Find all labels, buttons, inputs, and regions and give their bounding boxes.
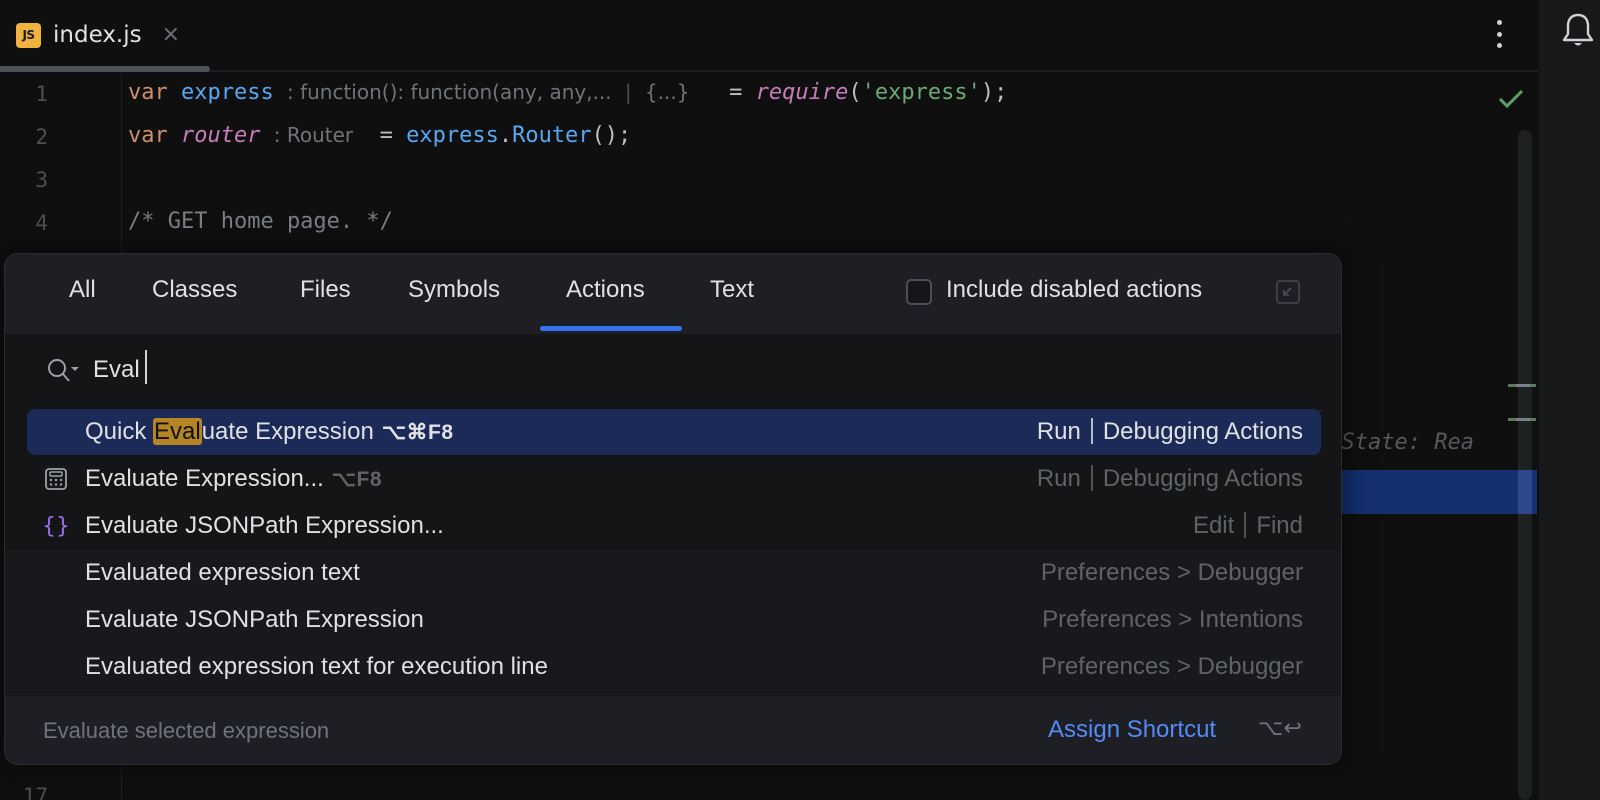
result-location: Preferences > Debugger — [1040, 653, 1303, 680]
result-item[interactable]: Evaluated expression text Preferences > … — [27, 550, 1321, 596]
identifier: express — [406, 123, 499, 148]
result-name: Evaluated expression text for execution … — [85, 653, 548, 680]
calculator-icon — [45, 468, 67, 490]
search-icon[interactable] — [45, 356, 83, 386]
search-input[interactable] — [93, 352, 1193, 388]
code-line-1[interactable]: var express : function(): function(any, … — [128, 80, 1007, 105]
location-subgroup: Find — [1256, 512, 1303, 539]
notifications-bell-icon[interactable] — [1562, 12, 1594, 50]
location-group: Edit — [1192, 512, 1235, 539]
result-location: Preferences > Debugger — [1040, 559, 1303, 586]
search-everywhere-popup: All Classes Files Symbols Actions Text I… — [4, 253, 1342, 765]
tab-actions[interactable]: Actions — [566, 276, 645, 304]
result-item[interactable]: {} Evaluate JSONPath Expression... Edit F… — [27, 503, 1321, 549]
active-tab-indicator — [540, 326, 682, 331]
paren: (); — [591, 123, 632, 148]
include-disabled-label[interactable]: Include disabled actions — [946, 276, 1202, 304]
result-item[interactable]: Evaluate Expression... ⌥F8 Run Debugging … — [27, 456, 1321, 502]
line-number: 2 — [35, 125, 48, 149]
result-name: Evaluate JSONPath Expression... — [85, 512, 444, 539]
match-highlight: Eval — [153, 418, 202, 445]
arrow-down-left-icon — [1283, 287, 1292, 296]
include-disabled-checkbox[interactable] — [906, 279, 932, 305]
string-literal: 'express' — [861, 80, 981, 105]
code-line-2[interactable]: var router : Router = express.Router(); — [128, 123, 631, 148]
result-shortcut: ⌥⌘F8 — [381, 420, 454, 444]
line-number: 17 — [22, 784, 48, 800]
result-item[interactable]: Quick Evaluate Expression ⌥⌘F8 Run Debugg… — [27, 409, 1321, 455]
change-marker[interactable] — [1508, 418, 1536, 421]
right-tool-strip — [1538, 0, 1600, 800]
tab-text[interactable]: Text — [710, 276, 754, 304]
line-number: 1 — [35, 82, 48, 106]
result-name: Evaluate Expression... — [85, 465, 324, 492]
location-subgroup: Debugging Actions — [1102, 418, 1303, 445]
operator: = — [366, 123, 407, 148]
result-name: Evaluated expression text — [85, 559, 360, 586]
tab-label: index.js — [53, 22, 142, 48]
change-marker[interactable] — [1508, 384, 1536, 387]
assign-shortcut-keys: ⌥↩ — [1258, 716, 1302, 741]
line-number: 3 — [35, 168, 48, 192]
keyword: var — [128, 80, 168, 105]
result-location: Run Debugging Actions — [1037, 465, 1303, 493]
more-options-icon[interactable] — [1490, 18, 1508, 50]
javascript-file-icon: JS — [16, 22, 41, 48]
popup-header: All Classes Files Symbols Actions Text I… — [5, 254, 1341, 334]
location-group: Run — [1036, 418, 1081, 445]
braces-icon: {} — [42, 513, 70, 539]
location-group: Run — [1036, 465, 1081, 492]
method-call: Router — [512, 123, 592, 148]
active-tab-indicator — [0, 66, 210, 72]
dot: . — [498, 123, 513, 148]
paren: ); — [980, 80, 1008, 105]
tab-classes[interactable]: Classes — [152, 276, 237, 304]
assign-shortcut-link[interactable]: Assign Shortcut — [1048, 716, 1216, 744]
type-hint-extra: {...} — [644, 80, 690, 104]
line-number: 4 — [35, 211, 48, 235]
identifier: express — [181, 80, 274, 105]
tab-all[interactable]: All — [69, 276, 96, 304]
operator: = — [715, 80, 756, 105]
paren: ( — [848, 80, 862, 105]
result-name-prefix: Quick — [85, 418, 154, 445]
location-subgroup: Debugging Actions — [1102, 465, 1303, 492]
identifier: router — [181, 123, 261, 148]
open-in-tool-window-button[interactable] — [1276, 280, 1300, 304]
code-line-4[interactable]: /* GET home page. */ — [128, 209, 393, 234]
result-location: Edit Find — [1193, 512, 1303, 540]
tab-symbols[interactable]: Symbols — [408, 276, 500, 304]
result-name: Evaluate JSONPath Expression — [85, 606, 424, 633]
result-location: Run Debugging Actions — [1037, 418, 1303, 446]
result-item[interactable]: Evaluated expression text for execution … — [27, 644, 1321, 690]
no-problems-check-icon[interactable] — [1498, 88, 1524, 108]
editor-scrollbar[interactable] — [1518, 130, 1532, 800]
editor-tab-bar: JS index.js × — [0, 0, 1538, 72]
type-hint: : function(): function(any, any,... — [286, 80, 612, 104]
selected-action-description: Evaluate selected expression — [43, 718, 330, 743]
ide-window: JS index.js × 1 2 3 4 var express : func… — [0, 0, 1600, 800]
result-item[interactable]: Evaluate JSONPath Expression Preferences… — [27, 597, 1321, 643]
search-field-row — [5, 334, 1341, 410]
popup-footer: Evaluate selected expression Assign Shor… — [5, 696, 1341, 764]
text-caret — [145, 350, 147, 384]
tab-index-js[interactable]: JS index.js × — [0, 0, 210, 72]
execution-line-highlight — [1315, 470, 1537, 514]
tab-files[interactable]: Files — [300, 276, 351, 304]
result-location: Preferences > Intentions — [1042, 606, 1303, 633]
type-hint: : Router — [273, 123, 354, 147]
keyword: var — [128, 123, 168, 148]
result-name-suffix: uate Expression — [201, 418, 374, 445]
function-call: require — [755, 80, 849, 105]
result-shortcut: ⌥F8 — [331, 467, 383, 491]
close-tab-icon[interactable]: × — [162, 24, 180, 46]
